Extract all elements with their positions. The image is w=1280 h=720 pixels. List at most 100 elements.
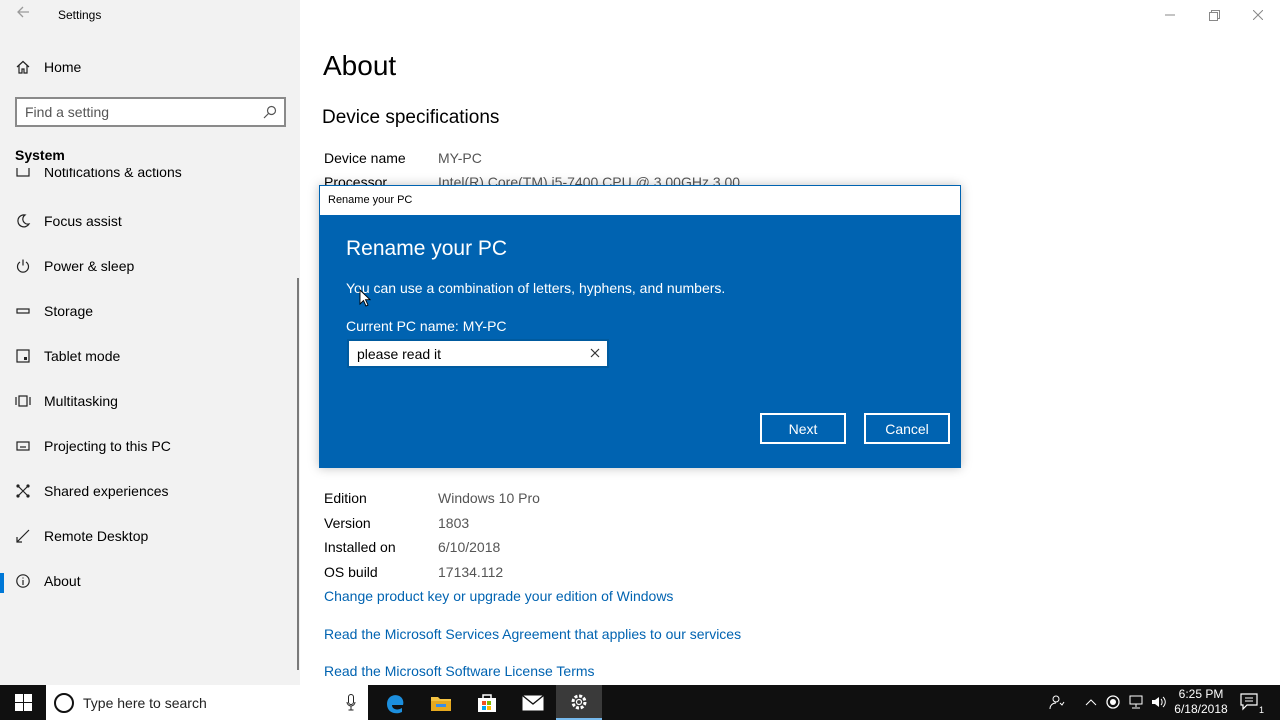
mouse-cursor-icon xyxy=(359,289,371,307)
back-arrow-icon xyxy=(17,6,29,18)
license-terms-link[interactable]: Read the Microsoft Software License Term… xyxy=(324,663,595,679)
location-icon[interactable] xyxy=(1104,693,1122,711)
taskbar-store[interactable] xyxy=(464,685,510,720)
taskbar-file-explorer[interactable] xyxy=(418,685,464,720)
sidebar-item-home[interactable]: Home xyxy=(0,52,300,82)
projector-icon xyxy=(14,437,32,455)
taskbar-clock[interactable]: 6:25 PM 6/18/2018 xyxy=(1170,687,1232,717)
minimize-icon xyxy=(1165,14,1175,16)
home-icon xyxy=(14,58,32,76)
active-indicator xyxy=(0,573,4,593)
sidebar-item-label: Shared experiences xyxy=(44,483,169,499)
sidebar-item-remote-desktop[interactable]: Remote Desktop xyxy=(0,518,296,554)
start-button[interactable] xyxy=(0,685,46,720)
sidebar-item-about[interactable]: About xyxy=(0,563,296,599)
spec-key: Edition xyxy=(324,490,367,506)
edge-icon xyxy=(387,694,404,713)
search-icon[interactable] xyxy=(262,104,278,120)
info-icon xyxy=(14,572,32,590)
sidebar-item-label: Notifications & actions xyxy=(44,168,182,180)
settings-sidebar: Settings Home System Notifications & act… xyxy=(0,0,300,685)
spec-key: OS build xyxy=(324,564,378,580)
spec-value: 1803 xyxy=(438,515,470,531)
next-button[interactable]: Next xyxy=(760,413,846,444)
sidebar-item-label: Remote Desktop xyxy=(44,528,149,544)
shared-icon xyxy=(14,482,32,500)
people-icon[interactable] xyxy=(1048,693,1066,711)
spec-value: Windows 10 Pro xyxy=(438,490,540,506)
remote-icon xyxy=(14,527,32,545)
taskbar-settings[interactable] xyxy=(556,685,602,720)
restore-icon xyxy=(1208,9,1220,21)
volume-icon[interactable] xyxy=(1150,693,1168,711)
cortana-icon xyxy=(54,693,74,713)
pc-name-field[interactable] xyxy=(347,339,609,368)
sidebar-item-multitasking[interactable]: Multitasking xyxy=(0,383,296,419)
sidebar-item-label: Home xyxy=(44,59,82,75)
sidebar-item-label: Storage xyxy=(44,303,94,319)
sidebar-scrollbar[interactable] xyxy=(297,278,299,670)
window-controls xyxy=(1148,0,1280,30)
sidebar-item-notifications[interactable]: Notifications & actions xyxy=(0,168,296,190)
network-icon[interactable] xyxy=(1127,693,1145,711)
folder-icon xyxy=(431,696,451,711)
minimize-button[interactable] xyxy=(1148,0,1192,30)
page-title: About xyxy=(323,50,397,81)
spec-value: 6/10/2018 xyxy=(438,539,501,555)
change-product-key-link[interactable]: Change product key or upgrade your editi… xyxy=(324,588,673,604)
sidebar-item-tablet-mode[interactable]: Tablet mode xyxy=(0,338,296,374)
sidebar-item-label: Power & sleep xyxy=(44,258,135,274)
dialog-heading: Rename your PC xyxy=(346,237,508,260)
cancel-button[interactable]: Cancel xyxy=(864,413,950,444)
pc-name-input[interactable] xyxy=(349,341,574,366)
spec-key: Installed on xyxy=(324,539,396,555)
services-agreement-link[interactable]: Read the Microsoft Services Agreement th… xyxy=(324,626,741,642)
sidebar-item-storage[interactable]: Storage xyxy=(0,293,296,329)
gear-icon xyxy=(571,694,587,709)
title-bar-left: Settings xyxy=(0,0,300,30)
app-title: Settings xyxy=(58,8,102,22)
notification-icon xyxy=(14,168,32,181)
close-button[interactable] xyxy=(1236,0,1280,30)
tablet-icon xyxy=(14,347,32,365)
device-specs-heading: Device specifications xyxy=(322,107,500,128)
notification-count: 1 xyxy=(1258,705,1264,715)
chevron-up-icon[interactable] xyxy=(1082,693,1100,711)
dialog-description: You can use a combination of letters, hy… xyxy=(346,280,726,296)
rename-pc-dialog: Rename your PC Rename your PC You can us… xyxy=(319,185,961,468)
sidebar-item-label: Focus assist xyxy=(44,213,122,229)
windows-logo-icon xyxy=(14,694,32,711)
back-button[interactable] xyxy=(12,4,34,26)
clear-icon[interactable] xyxy=(588,346,602,360)
sidebar-item-focus-assist[interactable]: Focus assist xyxy=(0,203,296,239)
taskbar: Type here to search 6:25 PM 6/18/2018 1 xyxy=(0,685,1280,720)
sidebar-item-label: Projecting to this PC xyxy=(44,438,171,454)
clock-time: 6:25 PM xyxy=(1178,687,1224,701)
taskbar-search-placeholder: Type here to search xyxy=(83,695,207,711)
restore-button[interactable] xyxy=(1192,0,1236,30)
taskbar-edge[interactable] xyxy=(372,685,418,720)
clock-date: 6/18/2018 xyxy=(1174,702,1228,716)
spec-value: MY-PC xyxy=(438,150,482,166)
sidebar-item-label: About xyxy=(44,573,81,589)
taskbar-mail[interactable] xyxy=(510,685,556,720)
action-center-button[interactable]: 1 xyxy=(1240,693,1264,715)
spec-key: Device name xyxy=(324,150,406,166)
microphone-icon[interactable] xyxy=(346,694,356,711)
taskbar-search-box[interactable]: Type here to search xyxy=(46,685,368,720)
sidebar-item-power-sleep[interactable]: Power & sleep xyxy=(0,248,296,284)
sidebar-item-projecting[interactable]: Projecting to this PC xyxy=(0,428,296,464)
moon-icon xyxy=(14,212,32,230)
storage-icon xyxy=(14,302,32,320)
search-input[interactable] xyxy=(17,99,247,125)
find-setting-search[interactable] xyxy=(15,97,286,127)
power-icon xyxy=(14,257,32,275)
sidebar-nav: Notifications & actions Focus assist Pow… xyxy=(0,168,300,685)
sidebar-item-shared-experiences[interactable]: Shared experiences xyxy=(0,473,296,509)
spec-key: Version xyxy=(324,515,371,531)
action-center-icon xyxy=(1240,693,1258,711)
dialog-titlebar: Rename your PC xyxy=(320,186,960,215)
mail-icon xyxy=(522,694,544,710)
sidebar-item-label: Tablet mode xyxy=(44,348,121,364)
store-icon xyxy=(478,693,496,712)
